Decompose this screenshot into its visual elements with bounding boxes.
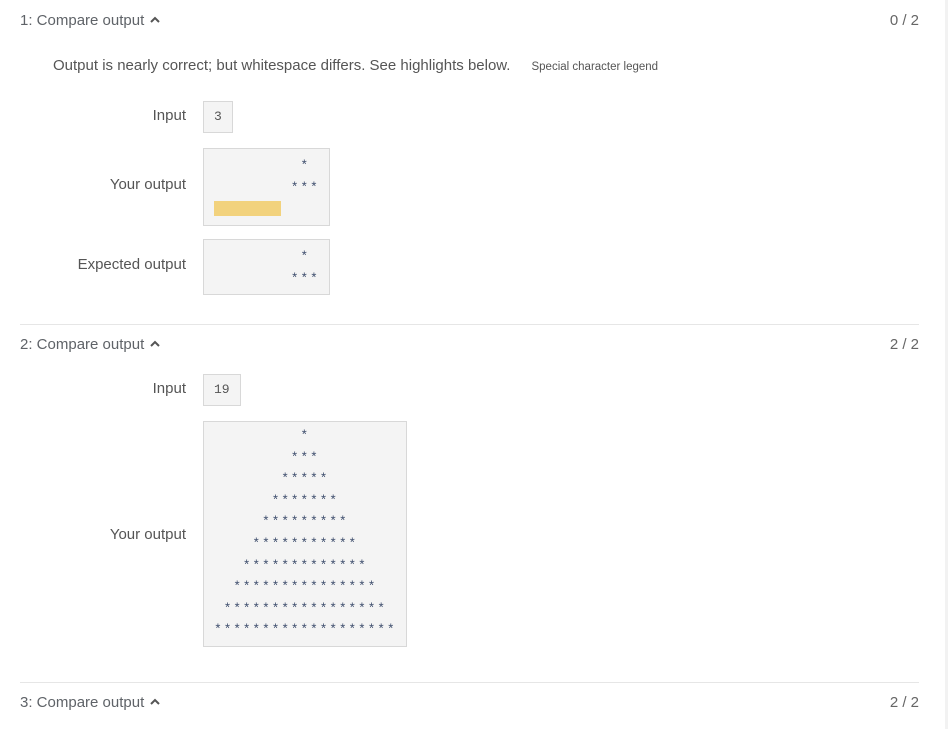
test-2-score: 2 / 2: [889, 335, 919, 353]
divider: [20, 682, 919, 683]
whitespace-highlight: [214, 201, 282, 217]
test-1-header: 1: Compare output 0 / 2: [20, 10, 919, 30]
test-3-title: 3: Compare output: [20, 693, 145, 711]
test-2-your-output: * *** ***** ******* ********* **********…: [203, 421, 407, 647]
test-1-your-output-label: Your output: [109, 176, 186, 193]
test-1-expected-output: * ***: [203, 239, 330, 296]
test-3-header: 3: Compare output 2 / 2: [20, 692, 919, 712]
test-3-score: 2 / 2: [889, 693, 919, 711]
test-1-input-value: 3: [203, 101, 233, 133]
test-1-toggle[interactable]: 1: Compare output: [20, 12, 160, 29]
test-1-input-label: Input: [152, 107, 186, 124]
your-output-text: * *** ***** ******* ********* **********…: [214, 428, 397, 638]
divider: [20, 324, 919, 325]
test-2-input-value: 19: [203, 374, 241, 406]
test-2-toggle[interactable]: 2: Compare output: [20, 336, 160, 353]
expected-output-text: * ***: [290, 249, 320, 286]
test-1-your-output: * ***: [203, 148, 330, 226]
chevron-up-icon: [150, 340, 160, 347]
chevron-up-icon: [150, 698, 160, 705]
test-1-score: 0 / 2: [889, 11, 919, 29]
your-output-line-1: *: [214, 158, 311, 173]
test-2-input-label: Input: [152, 380, 186, 397]
test-2-header: 2: Compare output 2 / 2: [20, 334, 919, 354]
test-1-title: 1: Compare output: [20, 11, 145, 29]
special-character-legend-link[interactable]: Special character legend: [531, 61, 658, 73]
test-1-message-row: Output is nearly correct; but whitespace…: [53, 57, 658, 74]
test-1-message: Output is nearly correct; but whitespace…: [53, 57, 511, 74]
your-output-line-2: ***: [214, 179, 320, 195]
test-3-toggle[interactable]: 3: Compare output: [20, 694, 160, 711]
test-2-your-output-label: Your output: [109, 526, 186, 543]
test-2-title: 2: Compare output: [20, 335, 145, 353]
chevron-up-icon: [150, 16, 160, 23]
test-1-expected-output-label: Expected output: [77, 256, 186, 273]
